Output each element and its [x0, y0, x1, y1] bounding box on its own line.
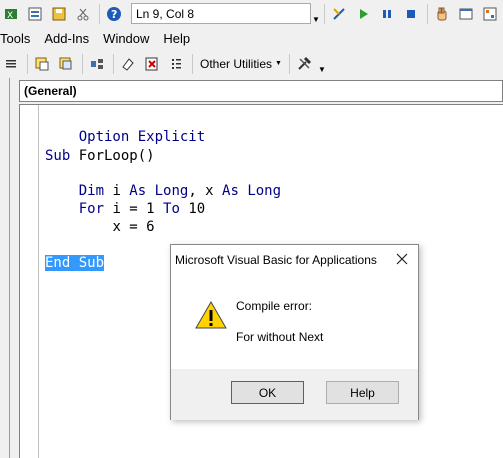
keyword-token: As Long	[222, 183, 282, 199]
dialog-title: Microsoft Visual Basic for Applications	[175, 252, 377, 267]
tools-icon[interactable]	[293, 53, 315, 75]
code-line[interactable]: Sub ForLoop()	[45, 147, 155, 165]
menu-bar: Tools Add-Ins Window Help	[0, 27, 503, 50]
code-line[interactable]: End Sub	[45, 254, 105, 272]
keyword-token: As Long	[129, 183, 189, 199]
code-token: i	[112, 183, 130, 199]
toolbar-options-chevron-icon[interactable]: ▼	[317, 53, 327, 74]
list-icon[interactable]	[0, 53, 22, 75]
code-line[interactable]: x = 6	[45, 218, 155, 236]
save-icon[interactable]	[48, 3, 70, 25]
keyword-token: Dim	[78, 183, 113, 199]
list-members-icon[interactable]	[165, 53, 187, 75]
cut-icon[interactable]	[72, 3, 94, 25]
cursor-position-text: Ln 9, Col 8	[136, 6, 195, 21]
menu-tools[interactable]: Tools	[0, 31, 40, 46]
code-token: x = 6	[112, 219, 155, 235]
other-utilities-menu[interactable]: Other Utilities ▼	[196, 57, 286, 71]
indent-icon[interactable]	[31, 53, 53, 75]
toolbar-separator	[427, 3, 428, 24]
keyword-token: Sub	[45, 148, 79, 164]
toolbar-separator	[288, 53, 290, 74]
code-line[interactable]: Option Explicit	[45, 110, 205, 145]
toolbar-separator	[82, 53, 83, 74]
object-combo[interactable]: (General)	[19, 80, 503, 102]
svg-text:?: ?	[111, 8, 117, 21]
code-line[interactable]: For i = 1 To 10	[45, 200, 205, 218]
view-excel-icon[interactable]: X	[0, 3, 22, 25]
selected-text: End Sub	[45, 255, 105, 271]
cursor-position-readout: Ln 9, Col 8	[131, 3, 311, 24]
object-browser-icon[interactable]	[479, 3, 501, 25]
toolbar-separator	[113, 53, 114, 74]
block-icon[interactable]	[86, 53, 108, 75]
design-mode-icon[interactable]	[328, 3, 350, 25]
code-token: , x	[188, 183, 223, 199]
keyword-token: Option Explicit	[78, 129, 206, 145]
chevron-down-icon: ▼	[275, 60, 282, 67]
eraser-icon[interactable]	[117, 53, 139, 75]
ok-button[interactable]: OK	[231, 381, 304, 404]
properties-icon[interactable]	[455, 3, 477, 25]
help-button[interactable]: Help	[326, 381, 399, 404]
project-pane-edge	[0, 78, 10, 458]
code-line[interactable]: Dim i As Long, x As Long	[45, 182, 281, 200]
object-combo-value: (General)	[24, 84, 77, 98]
svg-text:X: X	[7, 11, 13, 21]
hand-icon[interactable]	[431, 3, 453, 25]
outdent-icon[interactable]	[55, 53, 77, 75]
toolbar-separator	[192, 53, 193, 74]
standard-toolbar: X ? Ln 9, Col 8 ▼	[0, 0, 503, 27]
keyword-token: For	[78, 201, 113, 217]
error-heading: Compile error:	[236, 299, 313, 313]
run-icon[interactable]	[352, 3, 374, 25]
compile-error-dialog: Microsoft Visual Basic for Applications …	[170, 244, 419, 420]
toolbar-separator	[99, 3, 100, 24]
pause-icon[interactable]	[376, 3, 398, 25]
insert-module-icon[interactable]	[24, 3, 46, 25]
editor-margin	[20, 105, 39, 458]
dialog-title-bar[interactable]: Microsoft Visual Basic for Applications	[171, 245, 418, 274]
code-token: ForLoop()	[78, 148, 155, 164]
toolbar-separator	[324, 3, 325, 24]
edit-toolbar: Other Utilities ▼ ▼	[0, 50, 503, 77]
menu-help[interactable]: Help	[159, 31, 200, 46]
code-token: i = 1	[112, 201, 164, 217]
close-icon[interactable]	[392, 249, 412, 269]
bookmark-icon[interactable]	[141, 53, 163, 75]
stop-icon[interactable]	[400, 3, 422, 25]
toolbar-options-chevron-icon[interactable]: ▼	[311, 3, 321, 24]
keyword-token: To	[163, 201, 189, 217]
menu-window[interactable]: Window	[99, 31, 159, 46]
other-utilities-label: Other Utilities	[200, 56, 273, 71]
warning-icon	[195, 300, 227, 332]
menu-add-ins[interactable]: Add-Ins	[40, 31, 99, 46]
toolbar-separator	[27, 53, 28, 74]
code-token: 10	[188, 201, 206, 217]
help-icon[interactable]: ?	[103, 3, 125, 25]
error-detail: For without Next	[236, 330, 324, 344]
